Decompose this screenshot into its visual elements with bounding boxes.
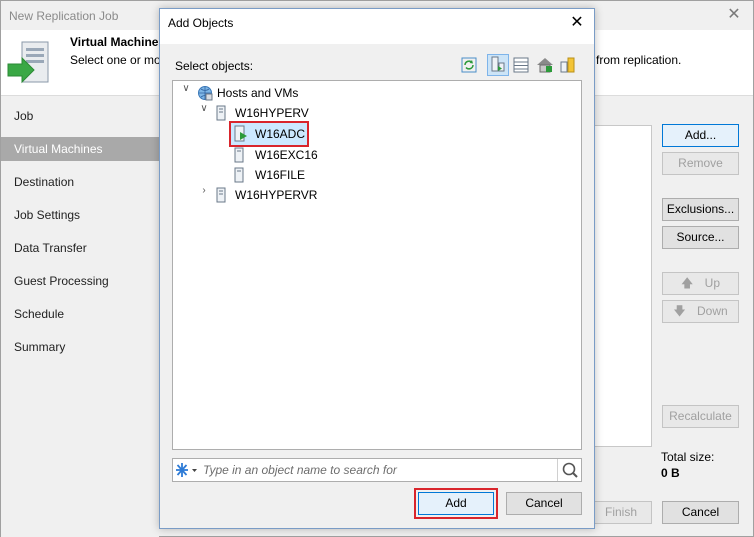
hosts-view-button[interactable]	[487, 54, 509, 76]
tree-vm-w16file[interactable]: W16FILE	[255, 165, 305, 185]
asterisk-icon	[176, 463, 197, 477]
chevron-right-icon[interactable]: ›	[199, 185, 209, 205]
tree-host-w16hyperv[interactable]: W16HYPERV	[235, 103, 309, 123]
datastore-icon	[537, 58, 553, 73]
finish-button[interactable]: Finish	[590, 501, 652, 524]
wizard-nav: Job Virtual Machines Destination Job Set…	[1, 97, 159, 537]
recalculate-button[interactable]: Recalculate	[662, 405, 739, 428]
hosts-view-icon	[491, 56, 505, 72]
objects-tree[interactable]: ∨ Hosts and VMs ∨ W16HYPERV W16ADC W16EX…	[172, 80, 582, 450]
total-size-label: Total size:	[661, 450, 715, 464]
arrow-up-icon: 🡅	[680, 276, 694, 290]
dialog-cancel-button[interactable]: Cancel	[506, 492, 582, 515]
nav-item-job[interactable]: Job	[1, 104, 159, 128]
globe-icon	[198, 86, 213, 101]
nav-item-destination[interactable]: Destination	[1, 170, 159, 194]
tree-vm-w16adc[interactable]: W16ADC	[255, 124, 305, 144]
header-description: Select one or mo	[70, 53, 161, 67]
vm-icon	[234, 147, 244, 163]
window-title: New Replication Job	[9, 9, 119, 23]
search-type-dropdown[interactable]	[174, 460, 200, 480]
nav-item-summary[interactable]: Summary	[1, 335, 159, 359]
datastores-view-button[interactable]	[534, 54, 556, 76]
search-input[interactable]	[203, 461, 553, 479]
tree-root-hosts-and-vms[interactable]: Hosts and VMs	[217, 83, 298, 103]
down-button[interactable]: 🡇 Down	[662, 300, 739, 323]
remove-button[interactable]: Remove	[662, 152, 739, 175]
nav-item-guest-processing[interactable]: Guest Processing	[1, 269, 159, 293]
search-button[interactable]	[557, 459, 581, 481]
server-icon	[216, 187, 226, 203]
tags-icon	[560, 57, 575, 73]
header-title: Virtual Machines	[70, 35, 166, 49]
window-close-icon[interactable]: ✕	[722, 4, 746, 26]
vm-running-icon	[234, 125, 247, 142]
list-view-icon	[513, 57, 529, 73]
header-description-tail: from replication.	[596, 53, 682, 67]
search-icon	[562, 462, 578, 478]
tags-view-button[interactable]	[557, 54, 579, 76]
chevron-down-icon[interactable]: ∨	[199, 103, 209, 123]
add-button[interactable]: Add...	[662, 124, 739, 147]
nav-item-data-transfer[interactable]: Data Transfer	[1, 236, 159, 260]
dialog-add-button[interactable]: Add	[418, 492, 494, 515]
dialog-close-icon[interactable]: ✕	[566, 12, 588, 34]
up-button[interactable]: 🡅 Up	[662, 272, 739, 295]
up-label: Up	[704, 276, 721, 290]
wizard-cancel-button[interactable]: Cancel	[662, 501, 739, 524]
dialog-title: Add Objects	[168, 16, 234, 30]
replication-job-icon	[7, 41, 49, 84]
vm-icon	[234, 167, 244, 183]
select-objects-label: Select objects:	[175, 59, 254, 73]
total-size-value: 0 B	[661, 466, 680, 480]
chevron-down-icon[interactable]: ∨	[181, 83, 191, 103]
tree-host-w16hypervr[interactable]: W16HYPERVR	[235, 185, 317, 205]
refresh-icon	[461, 57, 477, 73]
tree-vm-w16exc16[interactable]: W16EXC16	[255, 145, 318, 165]
refresh-button[interactable]	[458, 54, 480, 76]
down-label: Down	[697, 304, 728, 318]
source-button[interactable]: Source...	[662, 226, 739, 249]
nav-item-schedule[interactable]: Schedule	[1, 302, 159, 326]
nav-item-job-settings[interactable]: Job Settings	[1, 203, 159, 227]
vm-list[interactable]	[594, 125, 652, 447]
server-icon	[216, 105, 226, 121]
arrow-down-icon: 🡇	[673, 304, 686, 318]
nav-item-virtual-machines[interactable]: Virtual Machines	[1, 137, 159, 161]
vms-view-button[interactable]	[510, 54, 532, 76]
exclusions-button[interactable]: Exclusions...	[662, 198, 739, 221]
